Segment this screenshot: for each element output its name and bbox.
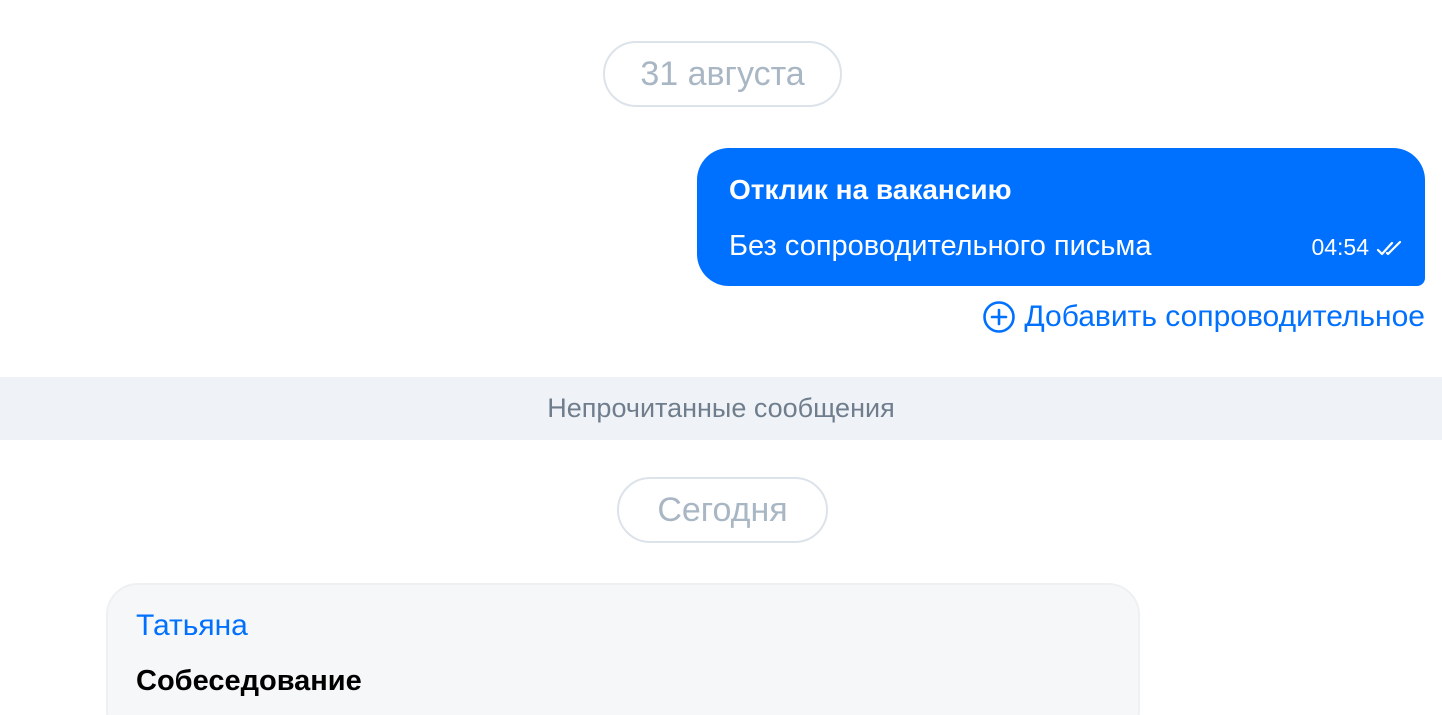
date-separator: 31 августа: [603, 41, 842, 107]
add-cover-label: Добавить сопроводительное: [1024, 300, 1425, 333]
message-title: Отклик на вакансию: [729, 174, 1012, 205]
date-separator: Сегодня: [617, 477, 828, 543]
double-check-icon: [1375, 238, 1405, 258]
message-time: 04:54: [1311, 234, 1369, 260]
message-meta: 04:54: [1311, 234, 1405, 261]
sender-name[interactable]: Татьяна: [136, 609, 248, 643]
message-title: Собеседование: [136, 665, 362, 697]
message-text: Без сопроводительного письма: [729, 230, 1152, 262]
unread-label: Непрочитанные сообщения: [547, 393, 895, 423]
chat-view: 31 августа Отклик на вакансию Без сопров…: [0, 0, 1442, 715]
add-cover-letter-link[interactable]: Добавить сопроводительное: [982, 300, 1425, 334]
incoming-message[interactable]: Татьяна Собеседование: [106, 583, 1140, 715]
outgoing-message[interactable]: Отклик на вакансию Без сопроводительного…: [697, 148, 1425, 286]
date-label: Сегодня: [657, 490, 788, 529]
unread-messages-divider: Непрочитанные сообщения: [0, 377, 1442, 440]
plus-circle-icon: [982, 300, 1016, 334]
date-label: 31 августа: [640, 54, 805, 93]
